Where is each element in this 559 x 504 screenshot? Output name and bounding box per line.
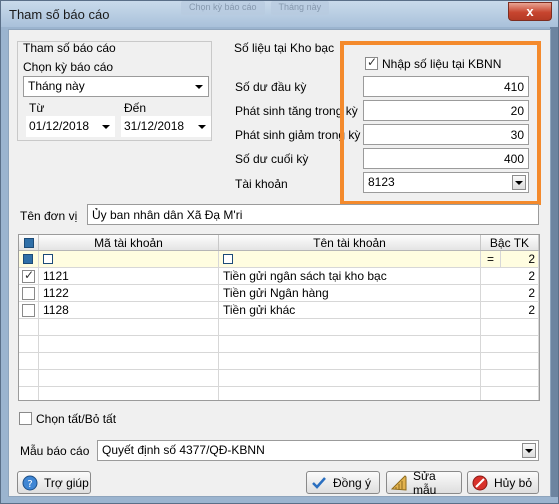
template-select-value: Quyết định số 4377/QĐ-KBNN xyxy=(102,443,265,457)
chevron-down-icon xyxy=(100,120,112,134)
period-select-value: Tháng này xyxy=(28,79,85,93)
chevron-down-icon xyxy=(192,79,206,94)
row-code: 1128 xyxy=(39,302,219,318)
row-code: 1121 xyxy=(39,268,219,284)
edit-template-button[interactable]: Sửa mẫu xyxy=(386,468,462,497)
edit-template-button-label: Sửa mẫu xyxy=(413,468,437,497)
help-icon: ? xyxy=(22,475,38,491)
background-edge xyxy=(550,27,558,497)
filter-icon xyxy=(43,254,53,264)
filter-code-cell[interactable] xyxy=(39,251,219,267)
account-label: Tài khoản xyxy=(235,177,288,191)
chevron-down-icon[interactable] xyxy=(522,443,536,458)
agree-button[interactable]: Đồng ý xyxy=(306,471,380,494)
account-grid: Mã tài khoản Tên tài khoản Bậc TK = 2 ✓ … xyxy=(18,234,540,401)
opening-balance-label: Số dư đầu kỳ xyxy=(235,80,307,94)
background-tab: Chọn kỳ báo cáo xyxy=(181,1,265,15)
empty-row xyxy=(19,319,539,336)
table-row[interactable]: 1121 Tiền gửi ngân sách tại kho bạc 2 xyxy=(19,268,539,285)
filter-icon xyxy=(23,254,33,264)
background-tabs: Chọn kỳ báo cáo Tháng này xyxy=(181,1,330,15)
unit-name-input[interactable]: Ủy ban nhân dân Xã Đạ M'ri xyxy=(87,204,539,225)
cancel-button-label: Hủy bỏ xyxy=(494,475,533,490)
grid-header-code[interactable]: Mã tài khoản xyxy=(39,235,219,250)
table-row[interactable]: 1128 Tiền gửi khác 2 xyxy=(19,302,539,319)
help-button[interactable]: ? Trợ giúp xyxy=(17,471,91,494)
row-checkbox[interactable] xyxy=(22,268,35,283)
row-name: Tiền gửi Ngân hàng xyxy=(219,285,481,301)
cancel-button[interactable]: Hủy bỏ xyxy=(467,471,539,494)
empty-row xyxy=(19,336,539,353)
dialog-body: Tham số báo cáo Chọn kỳ báo cáo Tháng nà… xyxy=(8,29,551,497)
filter-equals-operator[interactable]: = xyxy=(481,251,501,267)
from-label: Từ xyxy=(29,101,45,115)
title-bar[interactable]: Chọn kỳ báo cáo Tháng này Tham số báo cá… xyxy=(1,1,558,27)
row-code: 1122 xyxy=(39,285,219,301)
filter-icon xyxy=(223,254,233,264)
closing-balance-label: Số dư cuối kỳ xyxy=(235,152,309,166)
cancel-icon xyxy=(472,475,488,491)
help-button-label: Trợ giúp xyxy=(44,475,89,490)
period-label: Chọn kỳ báo cáo xyxy=(23,60,114,74)
treasury-group-title: Số liệu tại Kho bạc xyxy=(234,41,335,55)
row-name: Tiền gửi khác xyxy=(219,302,481,318)
row-checkbox[interactable] xyxy=(22,287,35,300)
grid-filter-row[interactable]: = 2 xyxy=(19,251,539,268)
dialog-window: Chọn kỳ báo cáo Tháng này Tham số báo cá… xyxy=(0,0,559,504)
grid-header: Mã tài khoản Tên tài khoản Bậc TK xyxy=(19,235,539,251)
checkbox-header-icon xyxy=(23,238,34,248)
template-select[interactable]: Quyết định số 4377/QĐ-KBNN xyxy=(97,440,539,461)
svg-text:?: ? xyxy=(27,479,32,490)
filter-name-cell[interactable] xyxy=(219,251,481,267)
row-checkbox-cell[interactable] xyxy=(19,268,39,284)
close-icon: x xyxy=(526,4,534,19)
row-checkbox[interactable] xyxy=(22,304,35,317)
checkmark-icon xyxy=(311,475,327,491)
grid-header-name[interactable]: Tên tài khoản xyxy=(219,235,481,250)
empty-row xyxy=(19,353,539,370)
agree-button-label: Đồng ý xyxy=(333,475,372,490)
select-all-label: Chọn tất/Bỏ tất xyxy=(36,412,117,426)
to-date-value: 31/12/2018 xyxy=(124,119,185,133)
table-row[interactable]: 1122 Tiền gửi Ngân hàng 2 xyxy=(19,285,539,302)
period-select[interactable]: Tháng này xyxy=(23,76,209,97)
select-all-header-cell[interactable] xyxy=(19,235,39,250)
background-tab: Tháng này xyxy=(270,1,330,15)
empty-row xyxy=(19,387,539,400)
select-all-checkbox[interactable] xyxy=(19,412,32,425)
row-level: 2 xyxy=(481,285,539,301)
window-title: Tham số báo cáo xyxy=(9,7,110,22)
from-date-picker[interactable]: 01/12/2018 xyxy=(26,116,115,137)
from-date-value: 01/12/2018 xyxy=(29,119,90,133)
row-checkbox-cell[interactable] xyxy=(19,285,39,301)
chevron-down-icon xyxy=(196,120,208,134)
row-name: Tiền gửi ngân sách tại kho bạc xyxy=(219,268,481,284)
template-label: Mẫu báo cáo xyxy=(20,444,90,458)
row-level: 2 xyxy=(481,302,539,318)
filter-cell[interactable] xyxy=(19,251,39,267)
filter-level-value[interactable]: 2 xyxy=(501,251,539,267)
to-date-picker[interactable]: 31/12/2018 xyxy=(121,116,211,137)
orange-highlight-frame xyxy=(340,41,541,205)
to-label: Đến xyxy=(124,101,147,115)
ruler-icon xyxy=(391,474,407,491)
row-checkbox-cell[interactable] xyxy=(19,302,39,318)
grid-header-level[interactable]: Bậc TK xyxy=(481,235,539,250)
report-params-title: Tham số báo cáo xyxy=(23,41,116,55)
unit-label: Tên đơn vị xyxy=(20,209,78,223)
row-level: 2 xyxy=(481,268,539,284)
empty-row xyxy=(19,370,539,387)
close-button[interactable]: x xyxy=(508,2,552,21)
